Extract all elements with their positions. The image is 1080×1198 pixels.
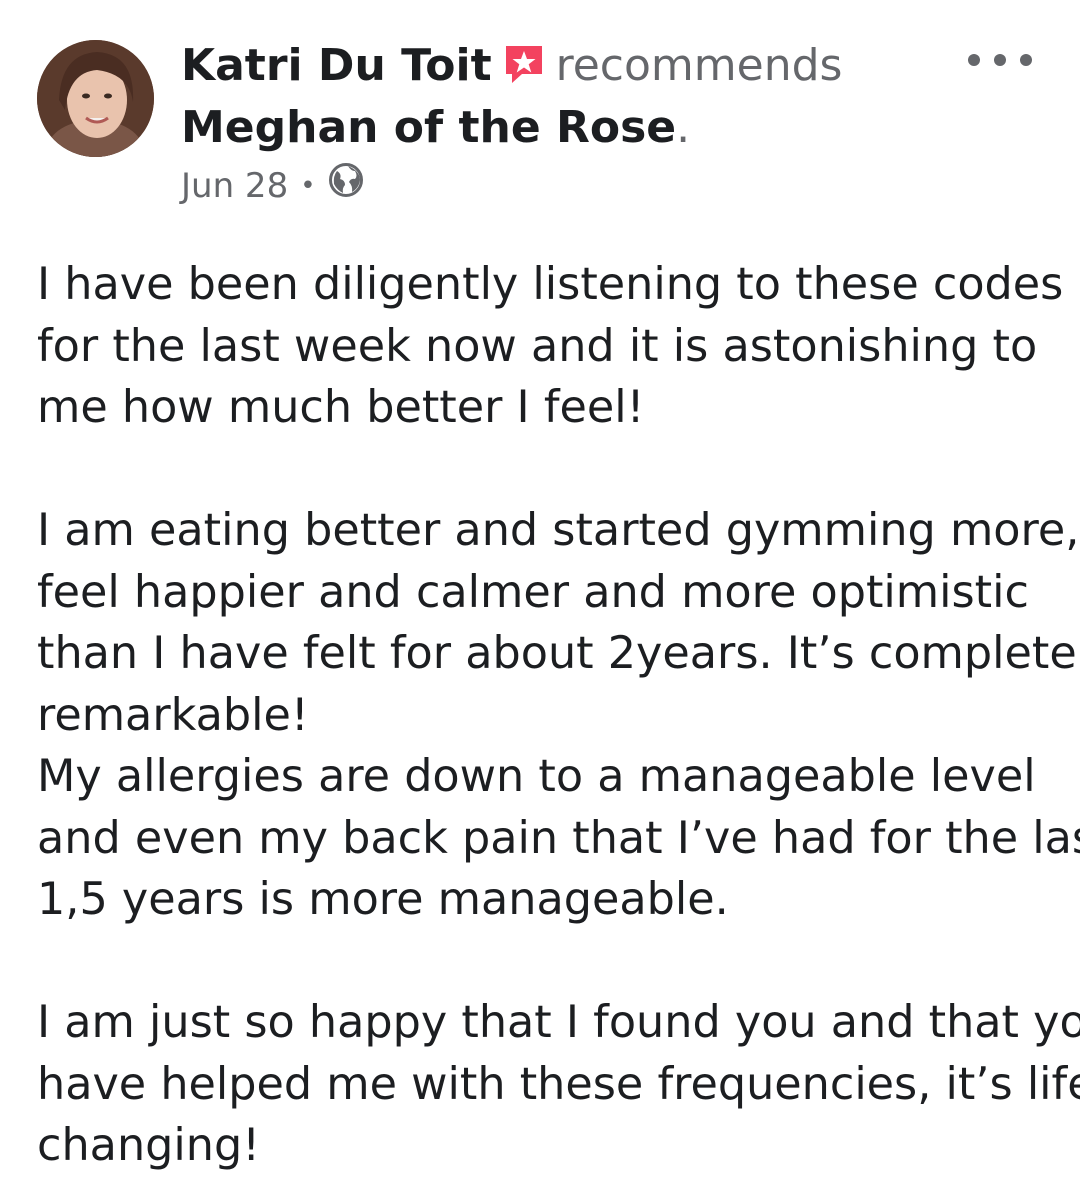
author-avatar[interactable] xyxy=(37,40,154,157)
recommend-badge-icon xyxy=(502,42,546,100)
body-line: remarkable! xyxy=(37,689,309,741)
action-text: recommends xyxy=(555,40,843,91)
more-options-icon[interactable] xyxy=(968,44,1032,76)
body-line: feel happier and calmer and more optimis… xyxy=(37,566,1029,618)
body-line: have helped me with these frequencies, i… xyxy=(37,1058,1080,1110)
post-date[interactable]: Jun 28 xyxy=(181,164,288,208)
body-line: me how much better I feel! xyxy=(37,382,645,433)
body-line: than I have felt for about 2years. It’s … xyxy=(37,628,1080,679)
body-line: My allergies are down to a manageable le… xyxy=(37,751,1036,802)
body-line: 1,5 years is more manageable. xyxy=(37,874,729,925)
post-header: Katri Du Toit recommends Meghan of the R… xyxy=(181,38,981,156)
more-dot xyxy=(994,54,1006,66)
author-name[interactable]: Katri Du Toit xyxy=(181,40,492,91)
post-meta: Jun 28 • xyxy=(181,162,364,209)
meta-separator: • xyxy=(300,170,316,201)
recommendation-post: Katri Du Toit recommends Meghan of the R… xyxy=(0,0,1080,1198)
body-line: I am just so happy that I found you and … xyxy=(37,997,1080,1048)
avatar-photo xyxy=(37,40,154,157)
post-body: I have been diligently listening to thes… xyxy=(37,254,1080,1177)
globe-icon[interactable] xyxy=(328,162,364,209)
more-dot xyxy=(1020,54,1032,66)
body-line: and even my back pain that I’ve had for … xyxy=(37,812,1080,864)
body-line: for the last week now and it is astonish… xyxy=(37,320,1038,372)
sentence-period: . xyxy=(676,102,691,153)
body-line: I have been diligently listening to thes… xyxy=(37,259,1064,310)
body-line: changing! xyxy=(37,1120,261,1171)
more-dot xyxy=(968,54,980,66)
body-line: I am eating better and started gymming m… xyxy=(37,505,1080,556)
recommended-page-link[interactable]: Meghan of the Rose xyxy=(181,102,676,153)
